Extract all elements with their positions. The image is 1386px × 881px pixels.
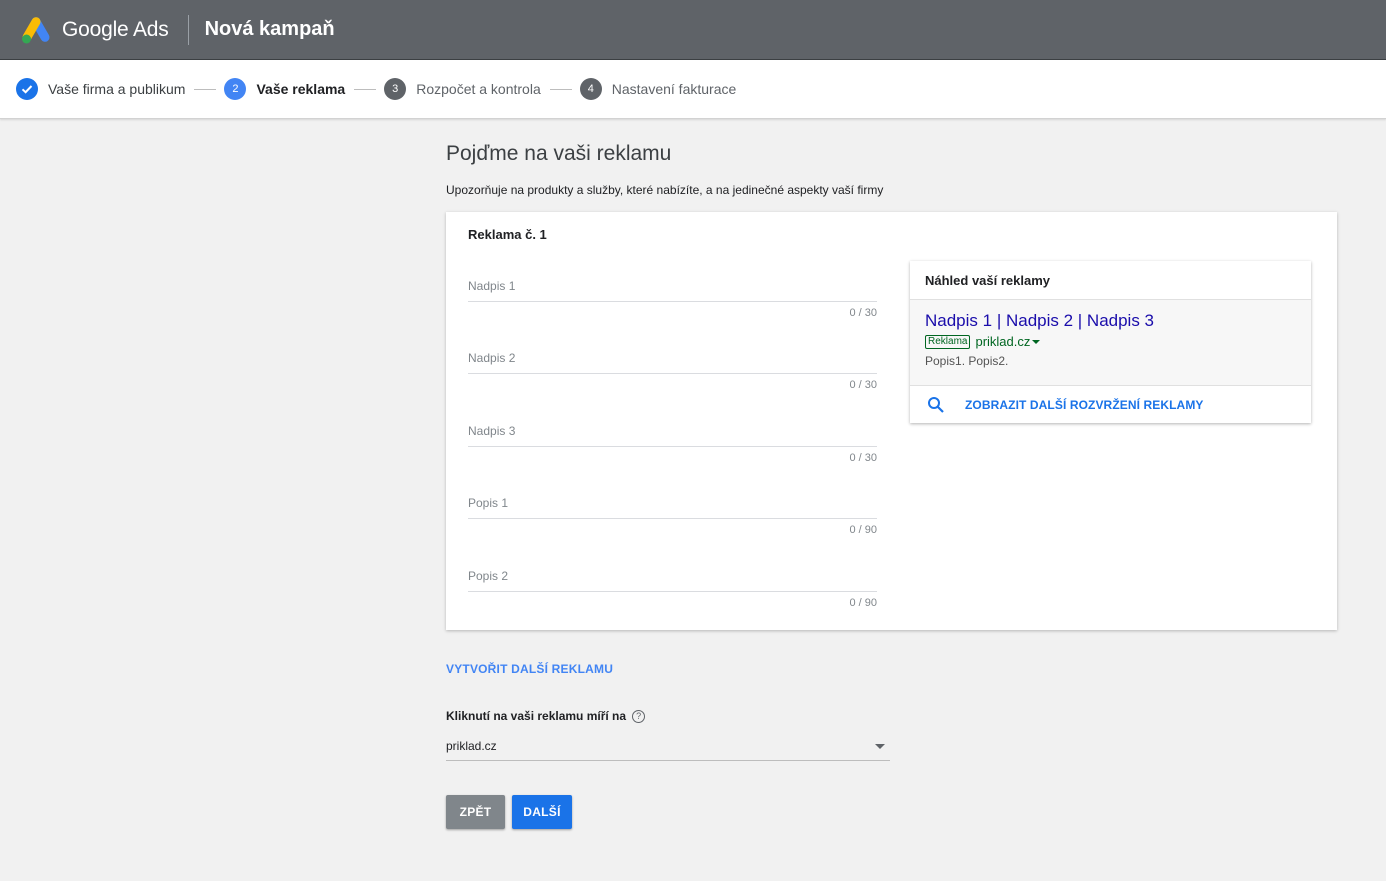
step-connector — [194, 88, 217, 90]
field-underline — [468, 518, 877, 519]
final-url-label-text: Kliknutí na vaši reklamu míří na — [446, 709, 627, 723]
header-divider — [187, 14, 189, 45]
ad-card-title: Reklama č. 1 — [468, 227, 547, 242]
field-underline — [468, 446, 877, 447]
step-number: 2 — [224, 78, 247, 100]
char-counter: 0 / 30 — [849, 307, 877, 319]
ad-badge: Reklama — [925, 334, 971, 349]
search-icon — [928, 396, 944, 413]
step-label: Vaše firma a publikum — [48, 81, 186, 97]
page-subtitle: Upozorňuje na produkty a služby, které n… — [446, 183, 884, 197]
step-your-ad[interactable]: 2 Vaše reklama — [224, 78, 345, 100]
ad-display-url: priklad.cz — [975, 334, 1031, 349]
step-number: 4 — [579, 78, 602, 100]
step-business-audience[interactable]: Vaše firma a publikum — [16, 78, 185, 100]
step-label: Vaše reklama — [256, 81, 346, 97]
field-label: Nadpis 1 — [468, 279, 516, 293]
more-layouts-label: ZOBRAZIT DALŠÍ ROZVRŽENÍ REKLAMY — [965, 397, 1204, 412]
field-label: Popis 2 — [468, 569, 509, 583]
top-bar: Google Ads Nová kampaň — [0, 0, 1386, 60]
ad-preview-headline: Nadpis 1 | Nadpis 2 | Nadpis 3 — [925, 311, 1155, 330]
chevron-down-icon — [875, 744, 885, 749]
description-2-field[interactable]: Popis 2 0 / 90 — [468, 569, 877, 609]
step-label: Nastavení fakturace — [611, 81, 737, 97]
next-button[interactable]: DALŠÍ — [512, 795, 572, 829]
field-label: Nadpis 3 — [468, 424, 516, 438]
step-number: 3 — [384, 78, 407, 100]
char-counter: 0 / 30 — [849, 452, 877, 464]
final-url-select[interactable]: priklad.cz — [446, 736, 890, 761]
field-underline — [468, 301, 877, 302]
step-budget-review[interactable]: 3 Rozpočet a kontrola — [384, 78, 541, 100]
char-counter: 0 / 90 — [849, 524, 877, 536]
description-1-field[interactable]: Popis 1 0 / 90 — [468, 496, 877, 536]
ad-url-row: Reklama priklad.cz — [925, 334, 1296, 349]
char-counter: 0 / 90 — [849, 597, 877, 609]
field-underline — [468, 591, 877, 592]
back-button[interactable]: ZPĚT — [446, 795, 505, 829]
step-connector — [354, 88, 377, 90]
stepper: Vaše firma a publikum 2 Vaše reklama 3 R… — [0, 60, 1386, 119]
headline-2-field[interactable]: Nadpis 2 0 / 30 — [468, 351, 877, 391]
more-layouts-button[interactable]: ZOBRAZIT DALŠÍ ROZVRŽENÍ REKLAMY — [910, 386, 1311, 423]
preview-body: Nadpis 1 | Nadpis 2 | Nadpis 3 Reklama p… — [910, 300, 1311, 386]
final-url-value: priklad.cz — [446, 739, 497, 753]
field-label: Nadpis 2 — [468, 351, 516, 365]
campaign-title: Nová kampaň — [204, 18, 335, 40]
step-label: Rozpočet a kontrola — [416, 81, 541, 97]
create-another-ad-link[interactable]: VYTVOŘIT DALŠÍ REKLAMU — [446, 662, 613, 676]
ad-preview-description: Popis1. Popis2. — [925, 354, 1009, 368]
char-counter: 0 / 30 — [849, 379, 877, 391]
preview-heading: Náhled vaší reklamy — [910, 261, 1311, 300]
check-icon — [16, 78, 38, 100]
field-label: Popis 1 — [468, 496, 509, 510]
step-billing[interactable]: 4 Nastavení fakturace — [579, 78, 737, 100]
ad-card: Reklama č. 1 Nadpis 1 0 / 30 Nadpis 2 0 … — [446, 212, 1337, 630]
headline-3-field[interactable]: Nadpis 3 0 / 30 — [468, 424, 877, 464]
page-title: Pojďme na vaši reklamu — [446, 142, 672, 165]
google-ads-logo-icon[interactable] — [20, 14, 52, 46]
step-connector — [549, 88, 572, 90]
caret-down-icon — [1032, 339, 1041, 344]
final-url-label: Kliknutí na vaši reklamu míří na ? — [446, 709, 646, 723]
help-icon[interactable]: ? — [632, 709, 646, 723]
ad-preview: Náhled vaší reklamy Nadpis 1 | Nadpis 2 … — [910, 261, 1311, 423]
brand-name: Google Ads — [62, 17, 169, 41]
field-underline — [468, 373, 877, 374]
headline-1-field[interactable]: Nadpis 1 0 / 30 — [468, 279, 877, 319]
